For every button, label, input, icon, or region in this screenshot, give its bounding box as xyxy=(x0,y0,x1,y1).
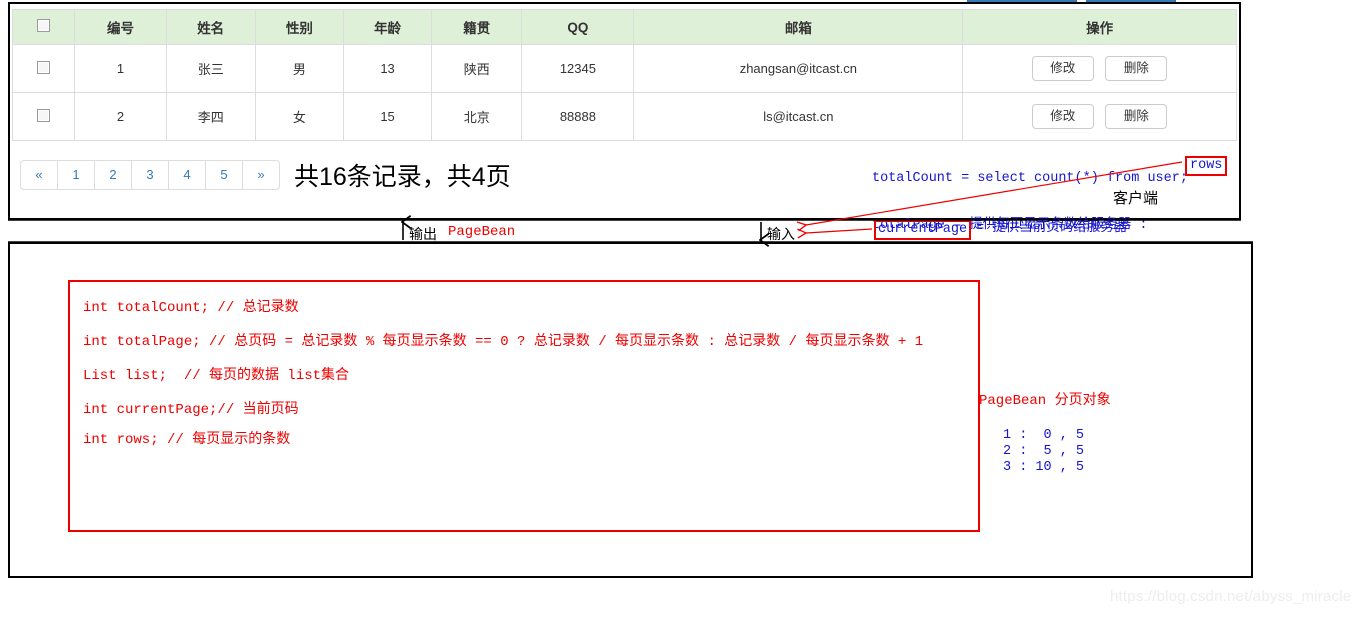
column-header-qq: QQ xyxy=(522,10,634,45)
cell-hometown: 北京 xyxy=(432,93,522,141)
cell-id: 2 xyxy=(75,93,166,141)
cell-id: 1 xyxy=(75,45,166,93)
select-all-checkbox[interactable] xyxy=(37,19,50,32)
pagebean-title: PageBean 分页对象 xyxy=(979,389,1111,409)
column-header-actions: 操作 xyxy=(963,10,1237,45)
table-row: 2 李四 女 15 北京 88888 ls@itcast.cn 修改 删除 xyxy=(13,93,1237,141)
cell-qq: 88888 xyxy=(522,93,634,141)
pagination-next[interactable]: » xyxy=(243,161,279,189)
column-header-select-all xyxy=(13,10,75,45)
cell-name: 李四 xyxy=(166,93,255,141)
output-label: 输出 xyxy=(409,224,437,244)
column-header-hometown: 籍贯 xyxy=(432,10,522,45)
pagination: « 1 2 3 4 5 » 共16条记录，共4页 xyxy=(20,157,511,193)
row-checkbox[interactable] xyxy=(37,109,50,122)
pagebean-page-mapping: 1 : 0 , 5 2 : 5 , 5 3 : 10 , 5 xyxy=(1003,428,1084,476)
cell-actions: 修改 删除 xyxy=(963,93,1237,141)
input-label: 输入 xyxy=(767,224,795,244)
output-value: PageBean xyxy=(448,224,515,240)
pagination-page-5[interactable]: 5 xyxy=(206,161,243,189)
boxed-currentpage-label: currentPage xyxy=(874,220,971,240)
row-select-cell xyxy=(13,45,75,93)
delete-button[interactable]: 删除 xyxy=(1105,56,1167,81)
code-line-totalpage: int totalPage; // 总页码 = 总记录数 % 每页显示条数 ==… xyxy=(83,330,923,350)
pagination-page-2[interactable]: 2 xyxy=(95,161,132,189)
client-side-label: 客户端 xyxy=(1113,187,1158,208)
server-panel: int totalCount; // 总记录数 int totalPage; /… xyxy=(8,242,1253,578)
currentpage-description: = 提供当前页码给服务器 xyxy=(968,221,1127,237)
code-line-rows: int rows; // 每页显示的条数 xyxy=(83,428,290,448)
cell-name: 张三 xyxy=(166,45,255,93)
table-row: 1 张三 男 13 陕西 12345 zhangsan@itcast.cn 修改… xyxy=(13,45,1237,93)
edit-button[interactable]: 修改 xyxy=(1032,56,1094,81)
pagebean-code-box: int totalCount; // 总记录数 int totalPage; /… xyxy=(68,280,980,532)
boxed-rows-label: rows xyxy=(1185,156,1227,176)
code-line-list: List list; // 每页的数据 list集合 xyxy=(83,364,349,384)
cell-qq: 12345 xyxy=(522,45,634,93)
table-body: 1 张三 男 13 陕西 12345 zhangsan@itcast.cn 修改… xyxy=(13,45,1237,141)
pagination-prev[interactable]: « xyxy=(21,161,58,189)
cell-gender: 男 xyxy=(255,45,343,93)
pagination-page-1[interactable]: 1 xyxy=(58,161,95,189)
row-select-cell xyxy=(13,93,75,141)
code-line-currentpage: int currentPage;// 当前页码 xyxy=(83,398,299,418)
cell-gender: 女 xyxy=(255,93,343,141)
screenshot-root: 编号 姓名 性别 年龄 籍贯 QQ 邮箱 操作 1 张三 男 xyxy=(0,0,1360,620)
user-table: 编号 姓名 性别 年龄 籍贯 QQ 邮箱 操作 1 张三 男 xyxy=(12,9,1237,141)
column-header-name: 姓名 xyxy=(166,10,255,45)
column-header-gender: 性别 xyxy=(255,10,343,45)
pagination-page-4[interactable]: 4 xyxy=(169,161,206,189)
pagination-page-3[interactable]: 3 xyxy=(132,161,169,189)
column-header-id: 编号 xyxy=(75,10,166,45)
delete-button[interactable]: 删除 xyxy=(1105,104,1167,129)
row-checkbox[interactable] xyxy=(37,61,50,74)
column-header-age: 年龄 xyxy=(343,10,431,45)
cell-actions: 修改 删除 xyxy=(963,45,1237,93)
pagination-list: « 1 2 3 4 5 » xyxy=(20,160,280,190)
table-header: 编号 姓名 性别 年龄 籍贯 QQ 邮箱 操作 xyxy=(13,10,1237,45)
currentpage-leader-line xyxy=(806,229,872,233)
cell-email: ls@itcast.cn xyxy=(634,93,963,141)
pagination-summary: 共16条记录，共4页 xyxy=(294,157,511,193)
table-header-row: 编号 姓名 性别 年龄 籍贯 QQ 邮箱 操作 xyxy=(13,10,1237,45)
column-header-email: 邮箱 xyxy=(634,10,963,45)
code-line-totalcount: int totalCount; // 总记录数 xyxy=(83,296,299,316)
watermark: https://blog.csdn.net/abyss_miracle xyxy=(1110,588,1351,605)
cell-age: 13 xyxy=(343,45,431,93)
annotation-line-totalcount: totalCount = select count(*) from user; xyxy=(872,171,1188,187)
cell-email: zhangsan@itcast.cn xyxy=(634,45,963,93)
cell-hometown: 陕西 xyxy=(432,45,522,93)
edit-button[interactable]: 修改 xyxy=(1032,104,1094,129)
cell-age: 15 xyxy=(343,93,431,141)
